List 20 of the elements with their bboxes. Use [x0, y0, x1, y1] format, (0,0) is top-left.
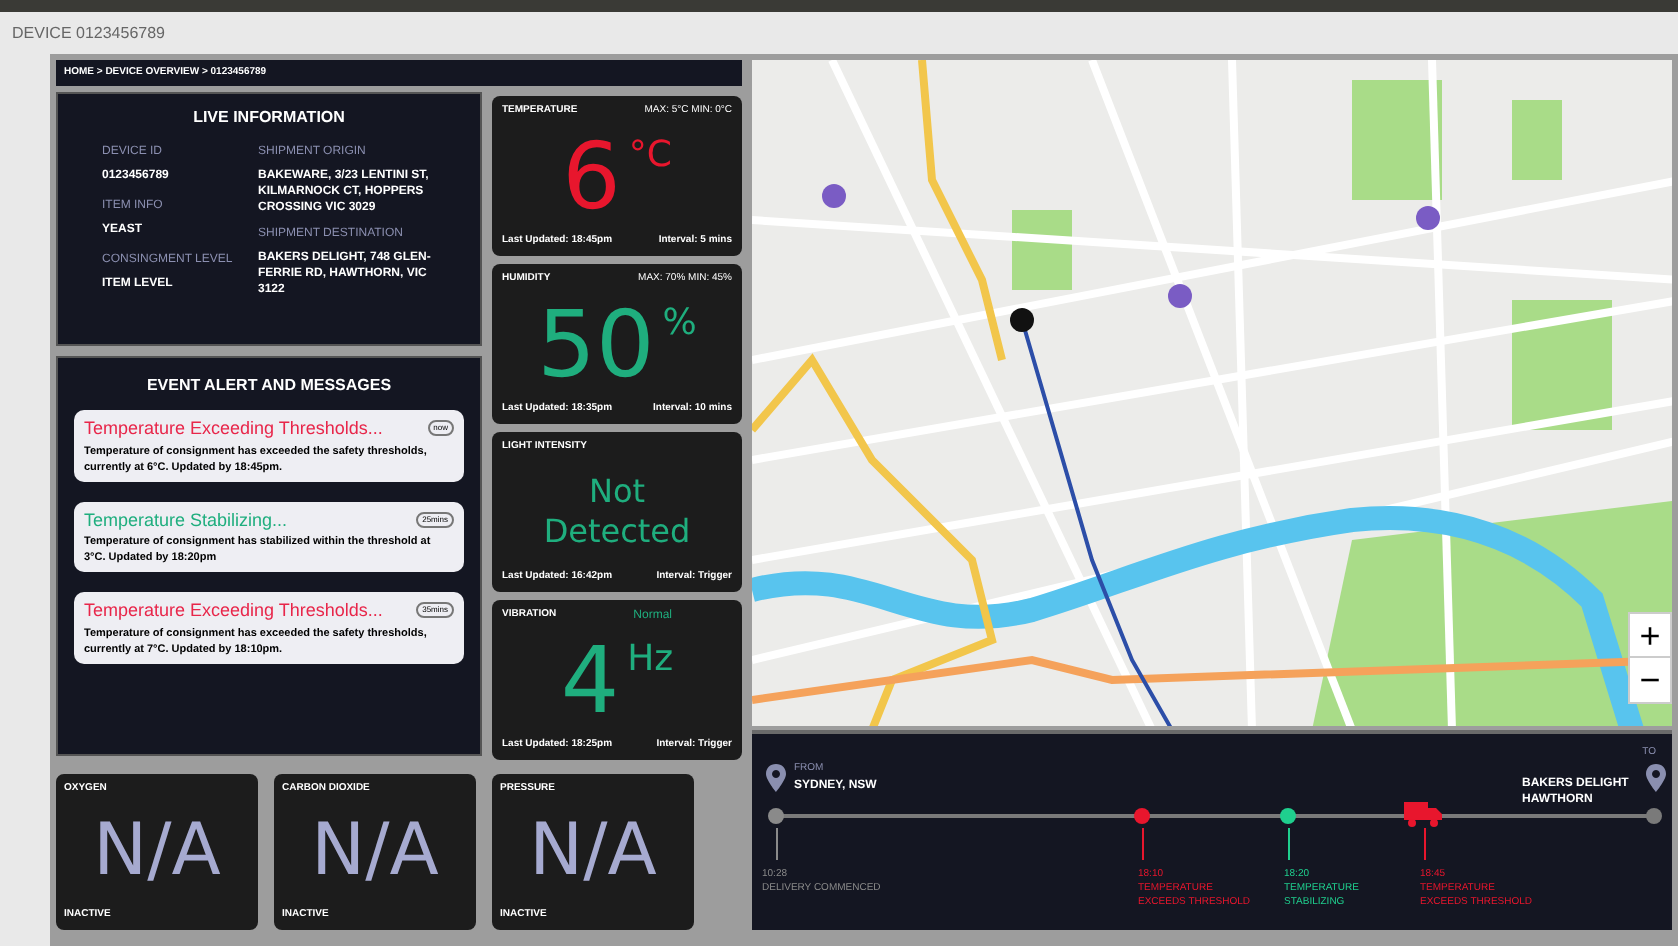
- sensor-value: N/A: [529, 816, 657, 888]
- sensor-value: 50: [537, 298, 655, 391]
- sensor-value: 6: [562, 130, 621, 223]
- sensor-value: N/A: [311, 816, 439, 888]
- sensor-unit: %: [662, 300, 697, 348]
- panel-title: EVENT ALERT AND MESSAGES: [144, 374, 394, 398]
- page-title: DEVICE 0123456789: [12, 21, 165, 45]
- zoom-out-button[interactable]: −: [1630, 658, 1670, 702]
- location-pin-icon: [1646, 764, 1666, 793]
- sensor-unit: Hz: [627, 636, 674, 684]
- zoom-in-button[interactable]: +: [1630, 614, 1670, 658]
- panel-title: LIVE INFORMATION: [191, 106, 347, 130]
- location-pin-icon: [766, 764, 786, 793]
- sensor-value: 4: [560, 634, 620, 727]
- alert-title: Temperature Exceeding Thresholds...: [84, 598, 383, 624]
- alert-title: Temperature Stabilizing...: [84, 507, 288, 534]
- alert-title: Temperature Exceeding Thresholds...: [84, 416, 383, 442]
- sensor-value: N/A: [93, 816, 221, 888]
- sensor-unit: °C: [628, 132, 672, 180]
- sensor-value: Not Detected: [541, 472, 693, 553]
